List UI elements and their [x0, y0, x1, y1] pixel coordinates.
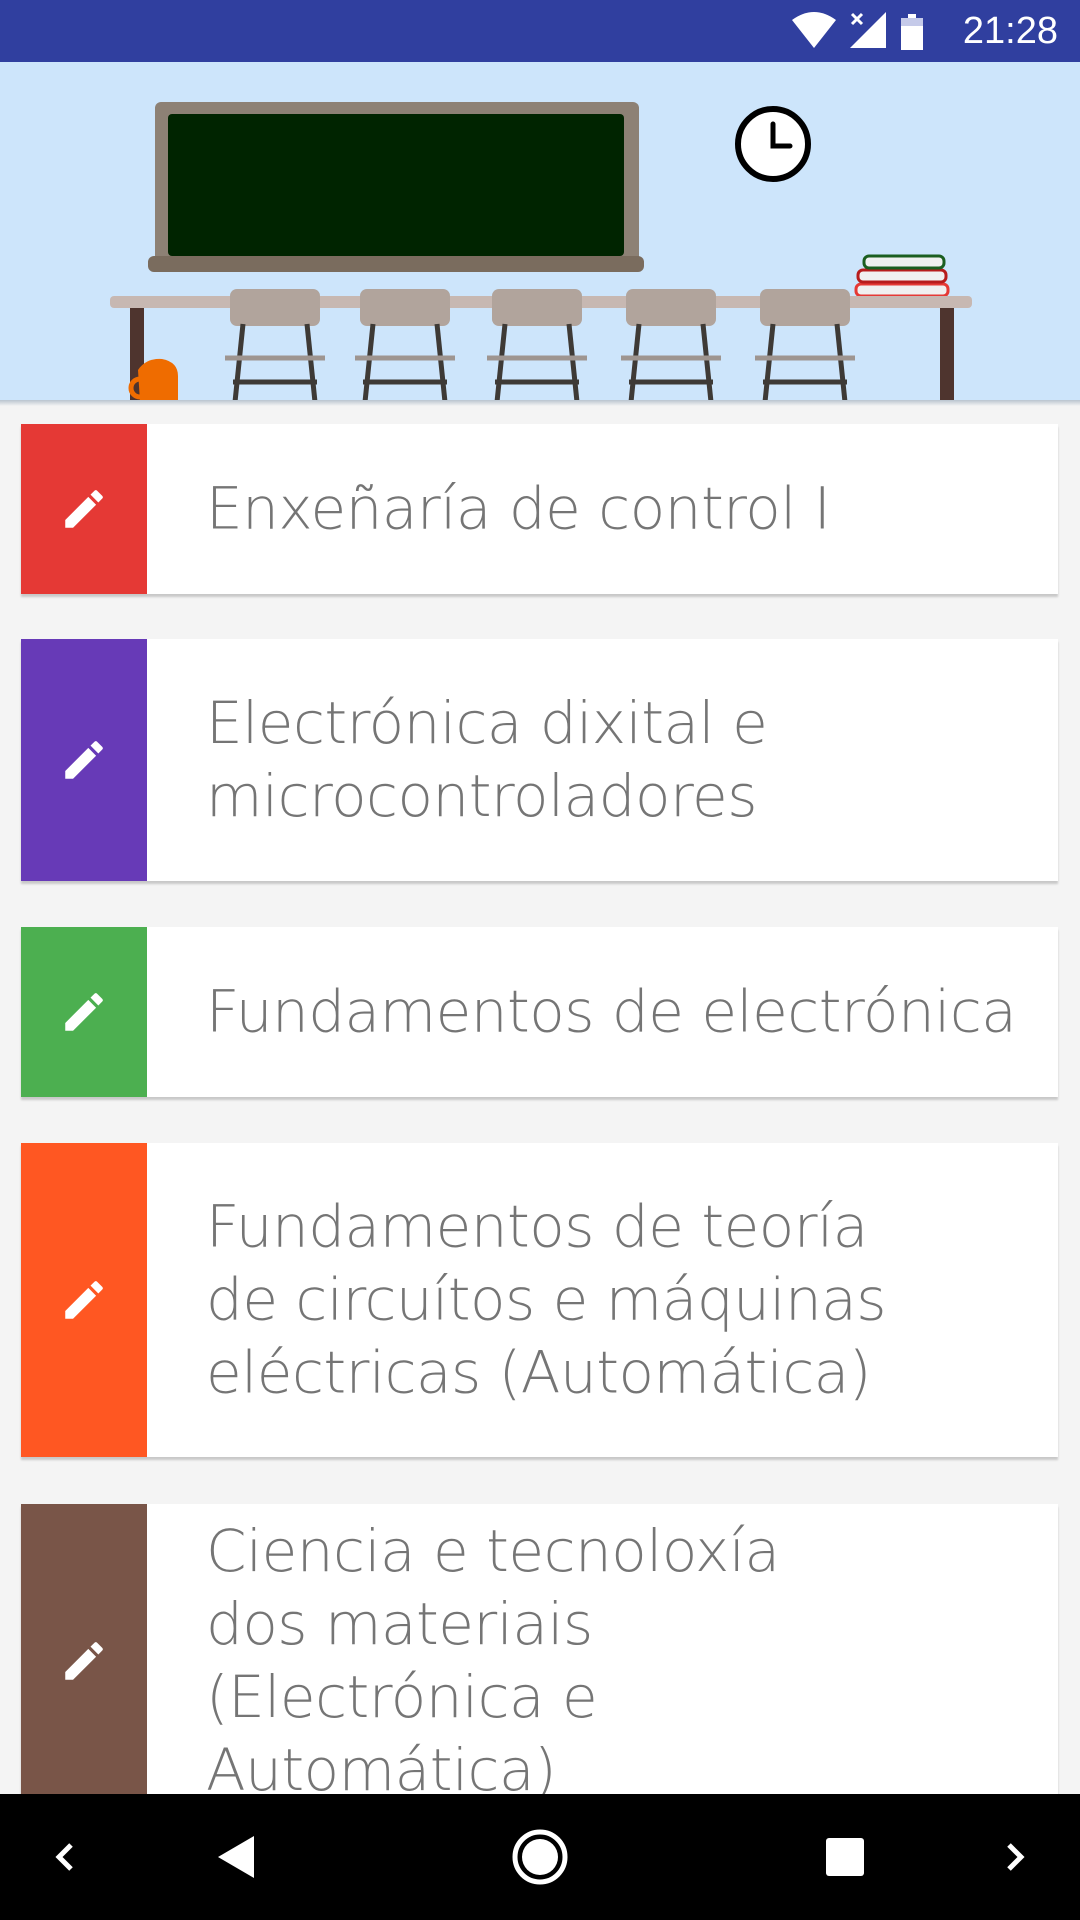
pencil-icon	[65, 1642, 103, 1680]
course-color-swatch[interactable]	[21, 1504, 147, 1818]
pencil-icon	[65, 490, 103, 528]
navigation-bar	[0, 1794, 1080, 1920]
course-card[interactable]: Enxeñaría de control I	[21, 424, 1058, 594]
back-icon	[218, 1836, 254, 1878]
course-title: Enxeñaría de control I	[206, 474, 831, 543]
chevron-left-icon	[55, 1843, 73, 1871]
battery-icon	[901, 14, 923, 50]
nav-recents-button[interactable]	[805, 1794, 885, 1920]
course-card[interactable]: Ciencia e tecnoloxía dos materiais (Elec…	[21, 1504, 1058, 1818]
chair	[225, 289, 325, 402]
course-title: Fundamentos de teoría de circuítos e máq…	[206, 1192, 887, 1407]
nav-scroll-right-button[interactable]	[980, 1794, 1050, 1920]
course-title: Ciencia e tecnoloxía dos materiais (Elec…	[206, 1517, 780, 1804]
course-color-swatch[interactable]	[21, 927, 147, 1097]
pencil-icon	[65, 1281, 103, 1319]
status-bar: 21:28	[0, 0, 1080, 62]
chair	[755, 289, 855, 402]
chevron-right-icon	[1007, 1843, 1025, 1871]
course-color-swatch[interactable]	[21, 639, 147, 881]
chairs	[225, 289, 855, 402]
status-icons	[792, 12, 923, 50]
nav-scroll-left-button[interactable]	[30, 1794, 100, 1920]
recents-icon	[826, 1838, 864, 1876]
header-shadow	[0, 400, 1080, 406]
course-card[interactable]: Fundamentos de teoría de circuítos e máq…	[21, 1143, 1058, 1457]
classroom-scene	[110, 102, 972, 402]
clock-icon	[735, 106, 811, 182]
chair	[355, 289, 455, 402]
blackboard	[148, 102, 644, 272]
books	[854, 254, 950, 298]
course-color-swatch[interactable]	[21, 424, 147, 594]
course-color-swatch[interactable]	[21, 1143, 147, 1457]
chair	[487, 289, 587, 402]
nav-home-button[interactable]	[500, 1794, 580, 1920]
course-title: Electrónica dixital e microcontroladores	[206, 689, 768, 830]
course-card[interactable]: Electrónica dixital e microcontroladores	[21, 639, 1058, 881]
classroom-illustration	[0, 62, 1080, 402]
signal-no-data-icon	[850, 12, 886, 48]
wifi-icon	[792, 12, 836, 48]
course-card[interactable]: Fundamentos de electrónica	[21, 927, 1058, 1097]
nav-back-button[interactable]	[196, 1794, 276, 1920]
course-title: Fundamentos de electrónica	[206, 977, 1017, 1046]
pencil-icon	[65, 993, 103, 1031]
chair	[621, 289, 721, 402]
home-icon	[512, 1829, 568, 1885]
status-time: 21:28	[962, 10, 1058, 52]
pencil-icon	[65, 741, 103, 779]
